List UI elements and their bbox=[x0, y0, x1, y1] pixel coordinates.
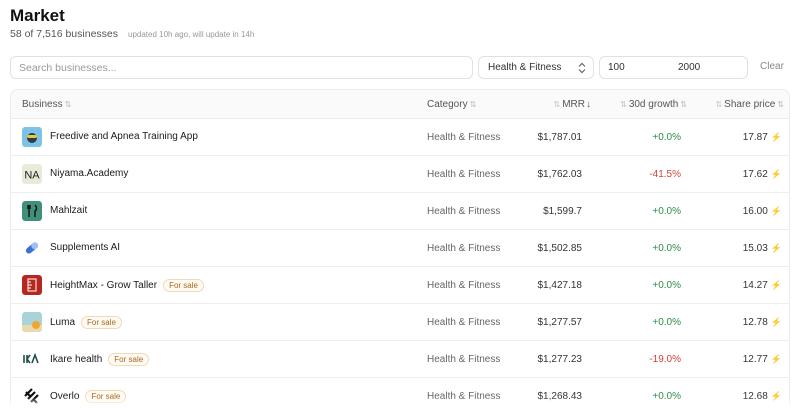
niyama-logo-icon: NA bbox=[22, 164, 42, 184]
category-select[interactable]: Health & Fitness bbox=[478, 56, 594, 79]
table-row[interactable]: Ikare health For sale Health & Fitness $1… bbox=[11, 341, 789, 378]
mrr-cell: $1,427.18 bbox=[537, 280, 583, 291]
for-sale-badge: For sale bbox=[108, 353, 150, 366]
growth-cell: +0.0% bbox=[652, 132, 681, 143]
ikare-logo-icon bbox=[22, 349, 42, 369]
bolt-icon: ⚡ bbox=[770, 317, 782, 327]
mrr-max-input[interactable]: 2000 bbox=[678, 62, 700, 73]
share-price-cell: 14.27 ⚡ bbox=[742, 280, 782, 291]
table-row[interactable]: Supplements AI Health & Fitness $1,502.8… bbox=[11, 230, 789, 267]
mrr-cell: $1,787.01 bbox=[537, 132, 583, 143]
luma-logo-icon bbox=[22, 312, 42, 332]
bolt-icon: ⚡ bbox=[770, 243, 782, 253]
bolt-icon: ⚡ bbox=[770, 206, 782, 216]
mrr-cell: $1,277.23 bbox=[537, 354, 583, 365]
table-row[interactable]: Mahlzait Health & Fitness $1,599.7 +0.0%… bbox=[11, 193, 789, 230]
update-status: updated 10h ago, will update in 14h bbox=[128, 30, 255, 39]
bottom-fade bbox=[0, 397, 800, 409]
mrr-cell: $1,277.57 bbox=[537, 317, 583, 328]
sort-icon: ⇅ bbox=[715, 100, 723, 109]
bolt-icon: ⚡ bbox=[770, 280, 782, 290]
sort-icon: ⇅ bbox=[469, 100, 477, 109]
sort-icon: ⇅ bbox=[620, 100, 627, 109]
mrr-cell: $1,762.03 bbox=[537, 169, 583, 180]
column-business[interactable]: Business ⇅ bbox=[22, 99, 71, 110]
business-count: 58 of 7,516 businesses bbox=[10, 28, 118, 40]
sort-icon: ⇅ bbox=[64, 100, 72, 109]
mrr-range-filter: 100 2000 bbox=[599, 56, 748, 79]
share-price-cell: 12.78 ⚡ bbox=[742, 317, 782, 328]
page-title: Market bbox=[10, 6, 65, 25]
table-row[interactable]: Freedive and Apnea Training App Health &… bbox=[11, 119, 789, 156]
table-row[interactable]: Luma For sale Health & Fitness $1,277.57 … bbox=[11, 304, 789, 341]
category-cell: Health & Fitness bbox=[427, 169, 501, 180]
growth-cell: -41.5% bbox=[649, 169, 681, 180]
table-header: Business ⇅ Category ⇅ ⇅ MRR↓ ⇅ 30d growth ⇅ ⇅… bbox=[11, 90, 789, 119]
business-name: Luma For sale bbox=[50, 316, 122, 329]
page-header: Market bbox=[10, 6, 65, 26]
growth-cell: +0.0% bbox=[652, 280, 681, 291]
mrr-cell: $1,599.7 bbox=[543, 206, 582, 217]
growth-cell: +0.0% bbox=[652, 243, 681, 254]
category-cell: Health & Fitness bbox=[427, 243, 501, 254]
for-sale-badge: For sale bbox=[81, 316, 122, 329]
category-cell: Health & Fitness bbox=[427, 317, 501, 328]
share-price-cell: 17.87 ⚡ bbox=[742, 132, 782, 143]
growth-cell: +0.0% bbox=[652, 206, 681, 217]
sort-icon: ⇅ bbox=[777, 100, 784, 109]
business-name: Mahlzait bbox=[50, 205, 88, 216]
category-cell: Health & Fitness bbox=[427, 354, 501, 365]
business-name: HeightMax - Grow Taller For sale bbox=[50, 279, 204, 292]
business-name: Freedive and Apnea Training App bbox=[50, 131, 198, 142]
column-growth[interactable]: ⇅ 30d growth ⇅ bbox=[620, 99, 687, 110]
freedive-logo-icon bbox=[22, 127, 42, 147]
category-cell: Health & Fitness bbox=[427, 132, 501, 143]
category-select-value: Health & Fitness bbox=[488, 62, 562, 73]
business-name: Supplements AI bbox=[50, 242, 121, 253]
column-category[interactable]: Category ⇅ bbox=[427, 99, 476, 110]
share-price-cell: 15.03 ⚡ bbox=[742, 243, 782, 254]
share-price-cell: 16.00 ⚡ bbox=[742, 206, 782, 217]
bolt-icon: ⚡ bbox=[770, 169, 782, 179]
business-table: Business ⇅ Category ⇅ ⇅ MRR↓ ⇅ 30d growth ⇅ ⇅… bbox=[10, 89, 790, 409]
page-subtitle: 58 of 7,516 businesses updated 10h ago, … bbox=[10, 28, 254, 40]
growth-cell: -19.0% bbox=[649, 354, 681, 365]
column-mrr[interactable]: ⇅ MRR↓ bbox=[554, 99, 591, 110]
column-share-price[interactable]: ⇅ Share price ⇅ bbox=[715, 99, 784, 110]
mrr-min-input[interactable]: 100 bbox=[608, 62, 625, 73]
growth-cell: +0.0% bbox=[652, 317, 681, 328]
mrr-cell: $1,502.85 bbox=[537, 243, 583, 254]
mahlzait-logo-icon bbox=[22, 201, 42, 221]
table-row[interactable]: HeightMax - Grow Taller For sale Health &… bbox=[11, 267, 789, 304]
table-row[interactable]: NA Niyama.Academy Health & Fitness $1,76… bbox=[11, 156, 789, 193]
search-input[interactable] bbox=[10, 56, 473, 79]
share-price-cell: 12.77 ⚡ bbox=[742, 354, 782, 365]
arrow-down-icon: ↓ bbox=[586, 99, 591, 110]
for-sale-badge: For sale bbox=[163, 279, 204, 292]
category-cell: Health & Fitness bbox=[427, 280, 501, 291]
business-name: Niyama.Academy bbox=[50, 168, 129, 179]
business-name: Ikare health For sale bbox=[50, 353, 150, 366]
sort-icon: ⇅ bbox=[553, 100, 561, 109]
category-cell: Health & Fitness bbox=[427, 206, 501, 217]
chevron-updown-icon bbox=[578, 62, 586, 74]
bolt-icon: ⚡ bbox=[770, 132, 782, 142]
share-price-cell: 17.62 ⚡ bbox=[742, 169, 782, 180]
heightmax-logo-icon bbox=[22, 275, 42, 295]
sort-icon: ⇅ bbox=[680, 100, 687, 109]
bolt-icon: ⚡ bbox=[770, 354, 782, 364]
svg-text:NA: NA bbox=[24, 170, 40, 182]
clear-button[interactable]: Clear bbox=[760, 61, 784, 72]
pill-logo-icon bbox=[22, 238, 42, 258]
